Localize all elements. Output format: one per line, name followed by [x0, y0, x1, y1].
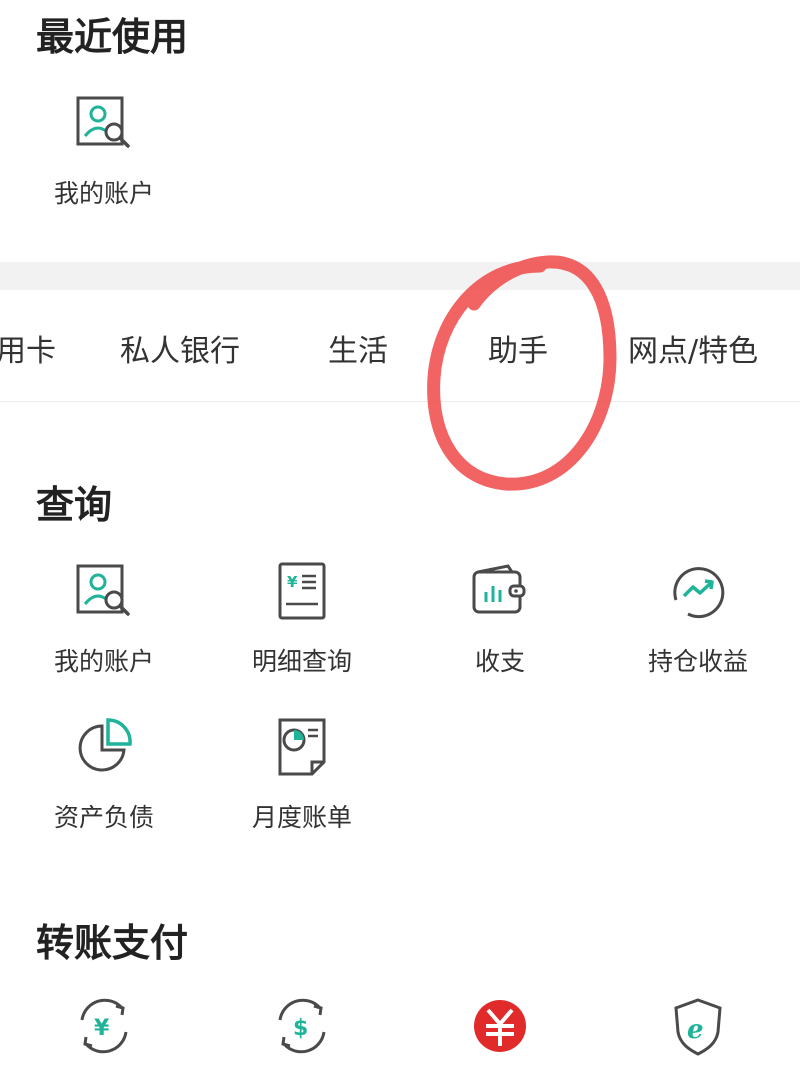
account-search-icon [76, 564, 130, 616]
e-shield-icon: e [674, 998, 722, 1056]
svg-text:¥: ¥ [287, 573, 298, 591]
yuan-transfer-icon: ¥ [80, 998, 128, 1054]
query-item-holdings-profit[interactable]: 持仓收益 [608, 560, 788, 678]
query-section-title: 查询 [36, 483, 113, 527]
trend-up-icon [673, 567, 725, 619]
tab-private-banking[interactable]: 私人银行 [120, 326, 240, 370]
bill-detail-icon: ¥ [278, 562, 326, 620]
tab-card[interactable]: 用卡 [0, 326, 56, 370]
query-item-my-account[interactable]: 我的账户 [14, 560, 194, 678]
recent-item-my-account[interactable]: 我的账户 [14, 92, 194, 210]
svg-text:$: $ [293, 1016, 308, 1041]
query-item-label: 我的账户 [53, 647, 154, 676]
query-item-income-expense[interactable]: 收支 [410, 560, 590, 678]
digital-rmb-icon [474, 1000, 526, 1052]
category-tab-bar: 用卡 私人银行 生活 助手 网点/特色 [0, 290, 800, 402]
section-divider [0, 262, 800, 290]
query-item-label: 明细查询 [251, 647, 352, 676]
monthly-bill-icon [278, 718, 326, 776]
transfer-section-title: 转账支付 [36, 921, 189, 965]
transfer-item-2[interactable]: $ [212, 994, 392, 1058]
recent-section-title: 最近使用 [36, 15, 189, 59]
tab-assistant[interactable]: 助手 [488, 326, 548, 370]
query-item-label: 资产负债 [53, 803, 154, 832]
tab-life[interactable]: 生活 [328, 326, 388, 370]
query-item-label: 收支 [474, 647, 525, 676]
pie-chart-icon [78, 718, 132, 772]
query-item-assets-liabilities[interactable]: 资产负债 [14, 716, 194, 834]
dollar-transfer-icon: $ [278, 998, 326, 1054]
transfer-item-4[interactable]: e [608, 994, 788, 1058]
wallet-chart-icon [472, 564, 526, 614]
query-item-label: 持仓收益 [647, 647, 748, 676]
transfer-item-3[interactable] [410, 994, 590, 1058]
svg-text:e: e [687, 1015, 704, 1045]
query-item-label: 月度账单 [251, 803, 352, 832]
query-item-detail-inquiry[interactable]: ¥ 明细查询 [212, 560, 392, 678]
transfer-item-1[interactable]: ¥ [14, 994, 194, 1058]
svg-text:¥: ¥ [94, 1016, 110, 1041]
query-item-monthly-bill[interactable]: 月度账单 [212, 716, 392, 834]
account-search-icon [76, 96, 130, 148]
tab-outlets-features[interactable]: 网点/特色 [628, 326, 758, 370]
recent-item-label: 我的账户 [53, 179, 154, 208]
